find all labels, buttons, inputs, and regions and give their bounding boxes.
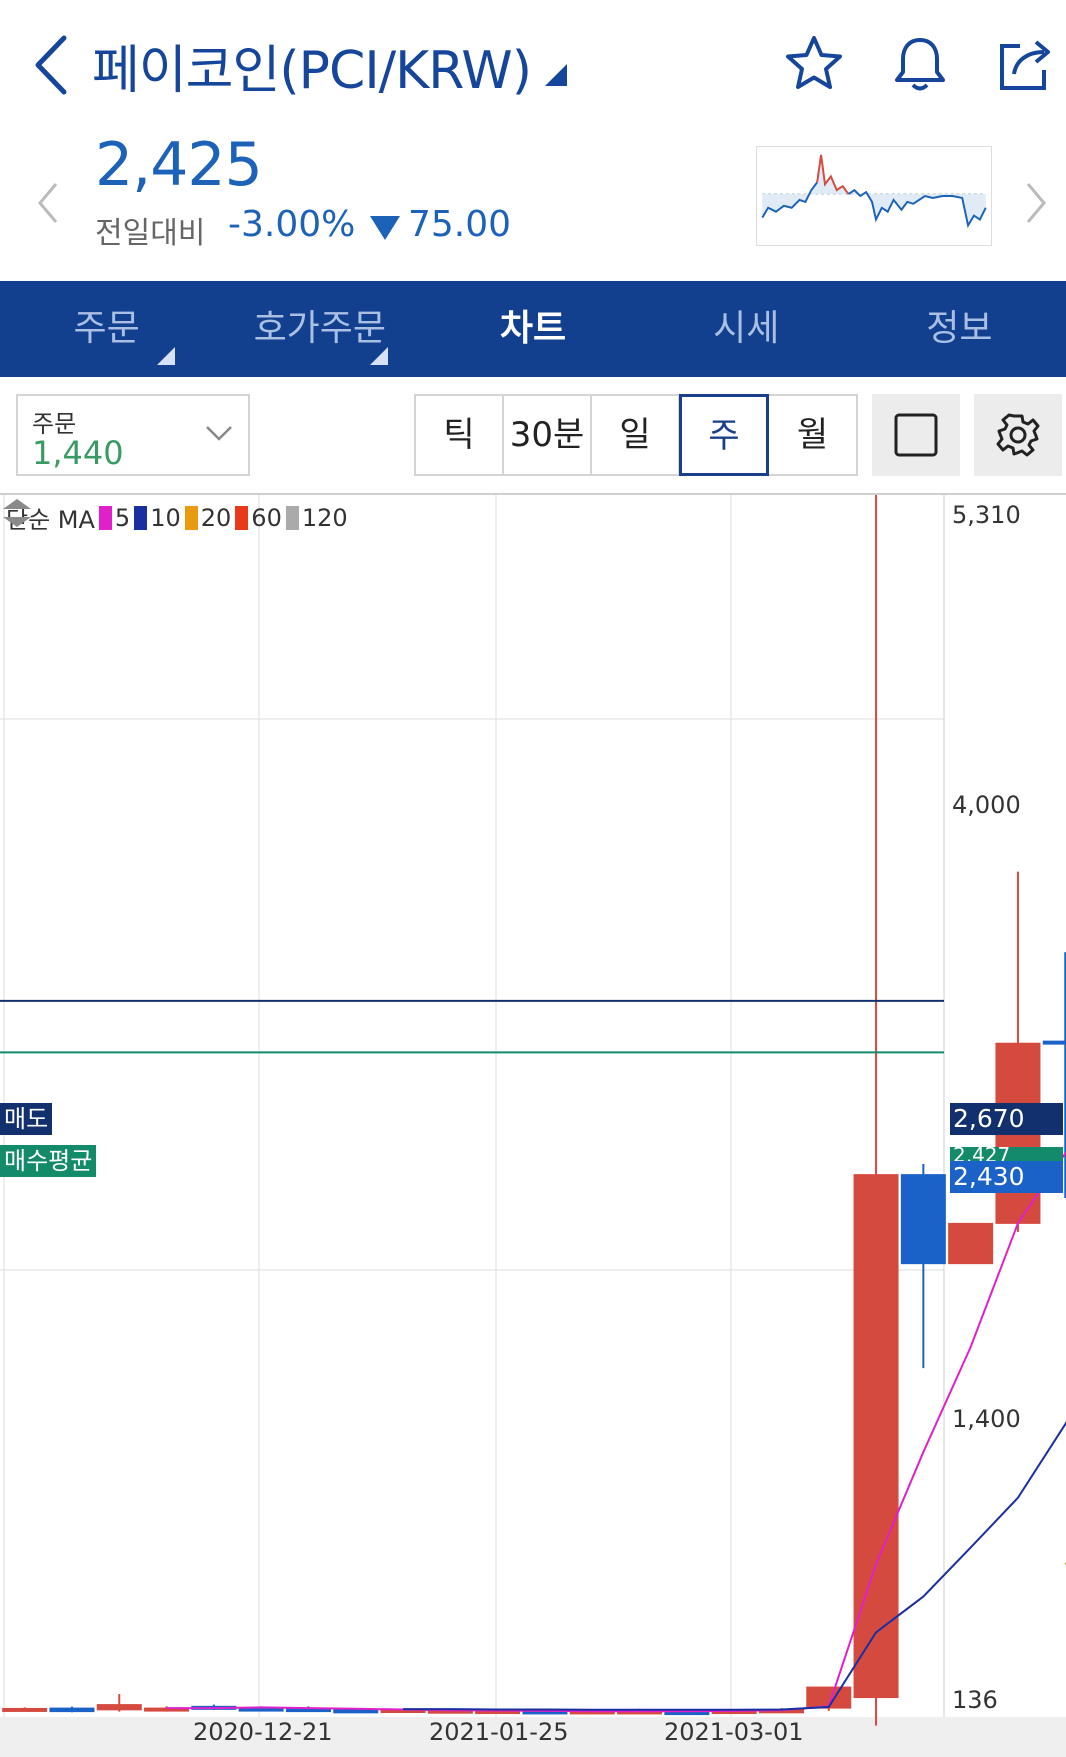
ma120-swatch (285, 505, 299, 530)
chart-canvas (0, 495, 1066, 1757)
ma-legend: 단순 MA 5 10 20 60 120 (6, 500, 348, 535)
next-coin-icon[interactable] (1020, 178, 1050, 228)
candle-body (2, 1707, 48, 1712)
candle-body (96, 1704, 142, 1711)
change-label: 전일대비 (95, 216, 206, 251)
period-day-button[interactable]: 일 (592, 394, 680, 476)
ma10-label: 10 (150, 503, 181, 532)
tab-info[interactable]: 정보 (853, 281, 1066, 377)
order-overlay-select[interactable]: 주문 1,440 (16, 394, 250, 476)
avg-buy-line-tag: 매수평균 (0, 1145, 97, 1177)
candle-body (900, 1174, 946, 1265)
tab-chart[interactable]: 차트 (426, 281, 639, 377)
tab-market-price[interactable]: 시세 (640, 281, 853, 377)
ma20-swatch (184, 505, 198, 530)
down-triangle-icon (370, 216, 400, 240)
star-icon[interactable] (782, 32, 846, 96)
sell-line-tag: 매도 (0, 1103, 53, 1135)
ma10-swatch (134, 505, 148, 530)
change-amount: 75.00 (408, 204, 512, 245)
period-30min-button[interactable]: 30분 (504, 394, 592, 476)
x-tick-label: 2021-03-01 (664, 1718, 804, 1746)
chart-settings-button[interactable] (974, 394, 1062, 476)
share-icon[interactable] (994, 32, 1058, 96)
title-dropdown-caret-icon[interactable] (545, 64, 567, 86)
candle-body (49, 1707, 95, 1713)
chart-toolbar: 주문 1,440 틱 30분 일 주 월 (0, 377, 1066, 495)
ma60-swatch (235, 505, 249, 530)
y-tick-label: 4,000 (952, 791, 1021, 819)
candlestick-chart[interactable]: 단순 MA 5 10 20 60 120 5,310 4,000 1,400 1… (0, 495, 1066, 1757)
ma10-line (403, 1420, 1066, 1711)
main-tabs: 주문 호가주문 차트 시세 정보 (0, 281, 1066, 377)
x-tick-label: 2020-12-21 (193, 1718, 333, 1746)
chevron-down-icon (206, 426, 232, 441)
bell-icon[interactable] (888, 32, 952, 96)
sell-price-tag: 2,670 (950, 1103, 1063, 1135)
ma5-label: 5 (114, 503, 131, 532)
period-week-button[interactable]: 주 (679, 394, 769, 476)
mini-sparkline-chart (756, 146, 992, 246)
ma120-label: 120 (301, 503, 348, 532)
square-icon (894, 413, 938, 457)
tab-order[interactable]: 주문 (0, 281, 213, 377)
submenu-corner-icon (157, 347, 176, 365)
period-month-button[interactable]: 월 (769, 394, 858, 476)
candle-body (948, 1222, 994, 1265)
tab-orderbook-order[interactable]: 호가주문 (213, 281, 426, 377)
order-select-value: 1,440 (32, 434, 124, 472)
fullscreen-button[interactable] (872, 394, 960, 476)
y-tick-label: 136 (952, 1686, 998, 1714)
candle-body (1042, 1040, 1066, 1045)
current-price: 2,425 (95, 130, 263, 200)
current-price-tag: 2,430 (950, 1161, 1063, 1193)
candle-body (853, 1174, 899, 1699)
candle-body (333, 1709, 379, 1714)
ma60-label: 60 (251, 503, 282, 532)
prev-coin-icon[interactable] (34, 178, 64, 228)
period-tick-button[interactable]: 틱 (414, 394, 504, 476)
ma20-label: 20 (200, 503, 232, 532)
quote-summary: 2,425 전일대비 -3.00% 75.00 (0, 130, 1066, 260)
gear-icon (996, 413, 1040, 457)
y-tick-label: 1,400 (952, 1405, 1021, 1433)
change-percent: -3.00% (228, 204, 356, 245)
app-header: 페이코인(PCI/KRW) (0, 0, 1066, 130)
page-title[interactable]: 페이코인(PCI/KRW) (92, 28, 532, 103)
chart-scroll-handle-icon[interactable] (0, 495, 34, 531)
back-arrow-icon[interactable] (28, 30, 78, 100)
ma5-swatch (98, 505, 112, 530)
x-tick-label: 2021-01-25 (429, 1718, 569, 1746)
submenu-corner-icon (370, 347, 389, 365)
y-tick-label: 5,310 (952, 501, 1021, 529)
